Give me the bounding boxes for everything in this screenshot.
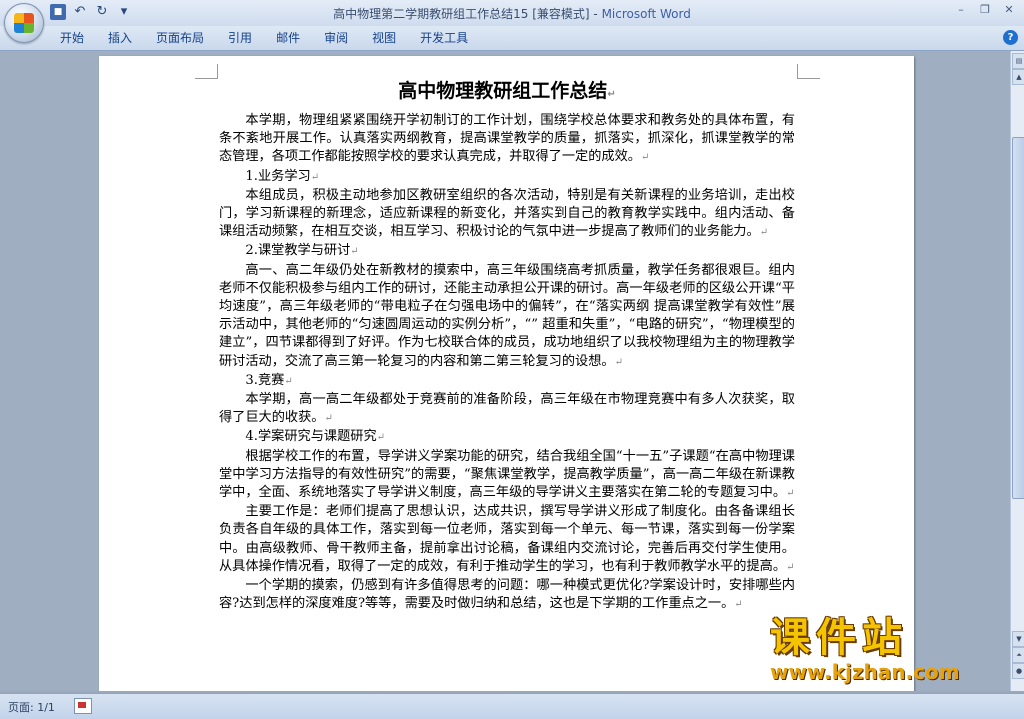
paragraph: 本学期，高一高二年级都处于竞赛前的准备阶段，高三年级在市物理竞赛中有多人次获奖，… (219, 391, 795, 428)
paragraph-mark-icon: ↵ (310, 171, 320, 183)
section-heading: 2.课堂教学与研讨↵ (219, 242, 795, 261)
paragraph: 主要工作是：老师们提高了思想认识，达成共识，撰写导学讲义形成了制度化。由各备课组… (219, 503, 795, 577)
margin-corner-mark (195, 64, 218, 79)
section-heading-text: 3.竞赛 (245, 372, 285, 388)
document-title-text: 高中物理教研组工作总结 (398, 80, 608, 102)
paragraph: 本组成员，积极主动地参加区教研室组织的各次活动，特别是有关新课程的业务培训，走出… (219, 187, 795, 243)
section-heading-text: 1.业务学习 (245, 168, 311, 184)
paragraph-text: 高一、高二年级仍处在新教材的摸索中，高三年级围绕高考抓质量，教学任务都很艰巨。组… (219, 262, 795, 369)
tab-mailings[interactable]: 邮件 (264, 30, 312, 47)
ribbon-tabs: 开始 插入 页面布局 引用 邮件 审阅 视图 开发工具 (48, 30, 480, 47)
document-title: 高中物理教研组工作总结↵ (219, 78, 795, 108)
paragraph: 一个学期的摸索，仍感到有许多值得思考的问题：哪一种模式更优化?学案设计时，安排哪… (219, 577, 795, 614)
paragraph-mark-icon: ↵ (324, 413, 333, 425)
paragraph-mark-icon: ↵ (734, 599, 743, 611)
previous-page-icon[interactable]: ⏶ (1012, 647, 1024, 663)
margin-corner-mark (797, 64, 820, 79)
paragraph-text: 一个学期的摸索，仍感到有许多值得思考的问题：哪一种模式更优化?学案设计时，安排哪… (219, 578, 795, 612)
window-title: 高中物理第二学期教研组工作总结15 [兼容模式] - Microsoft Wor… (0, 5, 1024, 22)
restore-icon[interactable]: ❐ (974, 2, 996, 18)
paragraph: 本学期，物理组紧紧围绕开学初制订的工作计划，围绕学校总体要求和教务处的具体布置，… (219, 112, 795, 168)
office-button[interactable] (4, 3, 44, 43)
section-heading: 4.学案研究与课题研究↵ (219, 428, 795, 447)
window-title-app: Microsoft Word (601, 7, 691, 21)
tab-review[interactable]: 审阅 (312, 30, 360, 47)
page-count-status[interactable]: 页面: 1/1 (8, 699, 55, 715)
ribbon: 开始 插入 页面布局 引用 邮件 审阅 视图 开发工具 ? (0, 26, 1024, 51)
proofing-status-icon[interactable] (74, 698, 92, 714)
document-area: 高中物理教研组工作总结↵ 本学期，物理组紧紧围绕开学初制订的工作计划，围绕学校总… (0, 51, 1010, 691)
tab-insert[interactable]: 插入 (96, 30, 144, 47)
paragraph-text: 本学期，高一高二年级都处于竞赛前的准备阶段，高三年级在市物理竞赛中有多人次获奖，… (219, 392, 795, 426)
close-icon[interactable]: ✕ (998, 2, 1020, 18)
paragraph-mark-icon: ↵ (786, 561, 795, 573)
tab-references[interactable]: 引用 (216, 30, 264, 47)
paragraph-text: 本组成员，积极主动地参加区教研室组织的各次活动，特别是有关新课程的业务培训，走出… (219, 187, 795, 240)
office-logo-icon (14, 13, 34, 33)
tab-developer[interactable]: 开发工具 (408, 30, 480, 47)
paragraph-text: 主要工作是：老师们提高了思想认识，达成共识，撰写导学讲义形成了制度化。由各备课组… (219, 504, 795, 574)
paragraph-text: 根据学校工作的布置，导学讲义学案功能的研究，结合我组全国“十一五”子课题“在高中… (219, 448, 795, 501)
scrollbar-thumb[interactable] (1012, 137, 1024, 499)
section-heading-text: 2.课堂教学与研讨 (245, 243, 351, 259)
section-heading-text: 4.学案研究与课题研究 (245, 429, 377, 445)
minimize-icon[interactable]: – (950, 2, 972, 18)
paragraph: 根据学校工作的布置，导学讲义学案功能的研究，结合我组全国“十一五”子课题“在高中… (219, 448, 795, 504)
status-bar: 页面: 1/1 (0, 693, 1024, 719)
scroll-up-icon[interactable]: ▲ (1012, 69, 1024, 85)
section-heading: 1.业务学习↵ (219, 168, 795, 187)
title-bar: ■ ↶ ↻ ▾ 高中物理第二学期教研组工作总结15 [兼容模式] - Micro… (0, 0, 1024, 43)
section-heading: 3.竞赛↵ (219, 372, 795, 391)
paragraph-mark-icon: ↵ (350, 246, 359, 258)
paragraph-mark-icon: ↵ (376, 432, 386, 444)
paragraph-mark-icon: ↵ (759, 227, 769, 239)
ruler-toggle-icon[interactable]: ▤ (1012, 53, 1024, 69)
vertical-scrollbar[interactable]: ▤ ▲ ▼ ⏶ ● (1010, 51, 1024, 691)
help-icon[interactable]: ? (1003, 30, 1018, 45)
document-page[interactable]: 高中物理教研组工作总结↵ 本学期，物理组紧紧围绕开学初制订的工作计划，围绕学校总… (99, 56, 914, 691)
paragraph-mark-icon: ↵ (614, 356, 624, 368)
paragraph-text: 本学期，物理组紧紧围绕开学初制订的工作计划，围绕学校总体要求和教务处的具体布置，… (219, 113, 795, 165)
window-title-doc: 高中物理第二学期教研组工作总结15 [兼容模式] - (333, 7, 602, 21)
window-controls: – ❐ ✕ (950, 2, 1020, 18)
select-browse-object-icon[interactable]: ● (1012, 663, 1024, 679)
tab-page-layout[interactable]: 页面布局 (144, 30, 216, 47)
scroll-down-icon[interactable]: ▼ (1012, 631, 1024, 647)
paragraph-mark-icon: ↵ (641, 152, 650, 164)
paragraph: 高一、高二年级仍处在新教材的摸索中，高三年级围绕高考抓质量，教学任务都很艰巨。组… (219, 262, 795, 372)
document-body[interactable]: 高中物理教研组工作总结↵ 本学期，物理组紧紧围绕开学初制订的工作计划，围绕学校总… (219, 78, 795, 614)
tab-home[interactable]: 开始 (48, 30, 96, 47)
paragraph-mark-icon: ↵ (607, 89, 616, 100)
paragraph-mark-icon: ↵ (786, 488, 795, 500)
paragraph-mark-icon: ↵ (284, 375, 293, 387)
tab-view[interactable]: 视图 (360, 30, 408, 47)
